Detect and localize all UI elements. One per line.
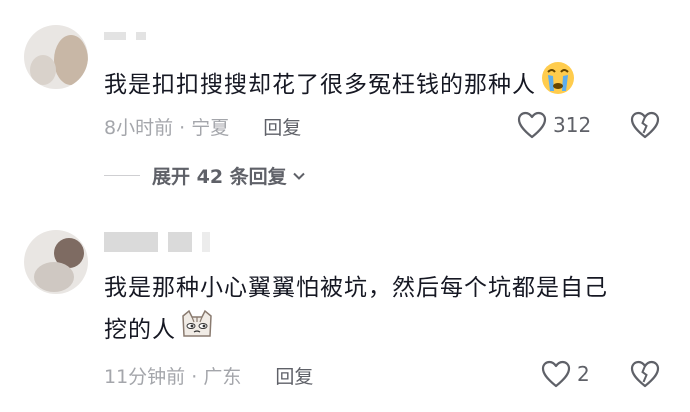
expand-replies-button[interactable]: 展开 42 条回复 [104, 162, 307, 189]
comment-location: 宁夏 [191, 117, 230, 139]
crying-face-emoji [540, 60, 576, 111]
cat-face-emoji [180, 308, 214, 353]
reply-button[interactable]: 回复 [275, 366, 313, 388]
comment-text: 挖的人 [104, 308, 214, 353]
expand-replies-label: 展开 42 条回复 [152, 166, 287, 188]
comment-text: 我是那种小心翼翼怕被坑，然后每个坑都是自己 [104, 266, 608, 310]
comment-text: 我是扣扣搜搜却花了很多冤枉钱的那种人 [104, 60, 576, 111]
comment-time: 8小时前 [104, 117, 174, 139]
reply-button[interactable]: 回复 [263, 117, 301, 139]
divider [104, 175, 140, 176]
broken-heart-icon [630, 360, 660, 388]
comment-text-content: 我是扣扣搜搜却花了很多冤枉钱的那种人 [104, 72, 536, 98]
comment-text-line2: 挖的人 [104, 317, 176, 343]
like-count: 2 [577, 362, 590, 386]
username-blurred[interactable] [104, 32, 156, 52]
comment-text-line1: 我是那种小心翼翼怕被坑，然后每个坑都是自己 [104, 275, 608, 301]
like-button[interactable]: 2 [541, 360, 590, 388]
like-button[interactable]: 312 [517, 111, 591, 139]
comment-meta: 8小时前 · 宁夏 回复 [104, 113, 301, 140]
username-blurred[interactable] [104, 232, 220, 252]
dislike-button[interactable] [630, 360, 660, 392]
heart-icon [541, 360, 571, 388]
meta-separator: · [179, 117, 186, 139]
meta-separator: · [191, 366, 198, 388]
chevron-down-icon [292, 172, 305, 180]
comment-meta: 11分钟前 · 广东 回复 [104, 362, 313, 389]
comment-time: 11分钟前 [104, 366, 186, 388]
avatar[interactable] [24, 230, 88, 294]
dislike-button[interactable] [630, 111, 660, 143]
comment-location: 广东 [203, 366, 242, 388]
broken-heart-icon [630, 111, 660, 139]
avatar[interactable] [24, 25, 88, 89]
like-count: 312 [553, 113, 592, 137]
heart-icon [517, 111, 547, 139]
